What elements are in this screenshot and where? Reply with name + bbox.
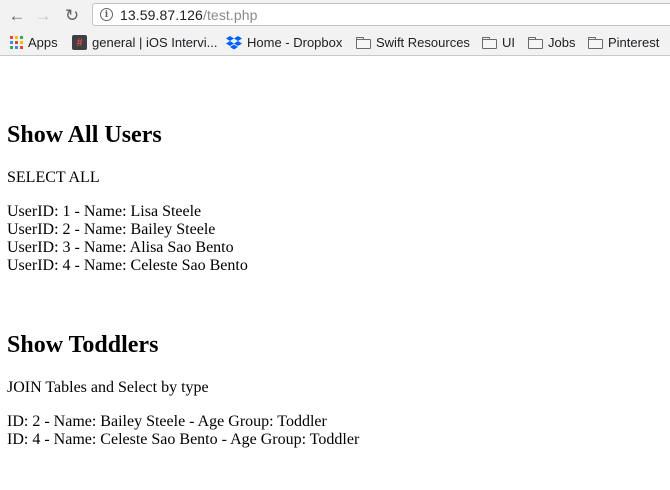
bookmark-ui[interactable]: UI xyxy=(482,35,515,50)
reload-icon[interactable]: ↻ xyxy=(61,4,83,26)
apps-grid-icon xyxy=(10,36,23,49)
list-item: UserID: 4 - Name: Celeste Sao Bento xyxy=(7,257,248,274)
browser-toolbar: ← → ↻ i 13.59.87.126/test.php xyxy=(0,0,670,30)
bookmark-pinterest[interactable]: Pinterest xyxy=(588,35,659,50)
bookmark-label: Apps xyxy=(28,35,58,50)
list-item: ID: 4 - Name: Celeste Sao Bento - Age Gr… xyxy=(7,431,360,448)
bookmark-general[interactable]: # general | iOS Intervi... xyxy=(72,35,218,50)
bookmark-dropbox[interactable]: Home - Dropbox xyxy=(226,35,342,50)
toddlers-list: ID: 2 - Name: Bailey Steele - Age Group:… xyxy=(7,413,359,449)
bookmark-label: UI xyxy=(502,35,515,50)
bookmark-apps[interactable]: Apps xyxy=(10,35,58,50)
bookmark-swift-resources[interactable]: Swift Resources xyxy=(356,35,470,50)
site-favicon-icon: # xyxy=(72,35,87,50)
section-subtitle-toddlers: JOIN Tables and Select by type xyxy=(7,379,209,396)
folder-icon xyxy=(356,36,371,49)
bookmark-label: Home - Dropbox xyxy=(247,35,343,50)
back-arrow-icon[interactable]: ← xyxy=(6,4,28,26)
list-item: UserID: 2 - Name: Bailey Steele xyxy=(7,221,216,238)
folder-icon xyxy=(588,36,603,49)
dropbox-icon xyxy=(226,35,242,49)
forward-arrow-icon[interactable]: → xyxy=(32,4,54,26)
address-bar[interactable]: i 13.59.87.126/test.php xyxy=(92,3,670,26)
users-list: UserID: 1 - Name: Lisa Steele UserID: 2 … xyxy=(7,203,248,275)
folder-icon xyxy=(528,36,543,49)
bookmark-label: Jobs xyxy=(548,35,576,50)
url-host: 13.59.87.126 xyxy=(120,6,203,23)
folder-icon xyxy=(482,36,497,49)
list-item: ID: 2 - Name: Bailey Steele - Age Group:… xyxy=(7,413,327,430)
url-path: /test.php xyxy=(202,6,258,23)
bookmarks-bar: Apps # general | iOS Intervi... Home - D… xyxy=(0,30,670,56)
info-icon[interactable]: i xyxy=(100,8,113,21)
section-heading-toddlers: Show Toddlers xyxy=(7,332,159,358)
bookmark-label: Swift Resources xyxy=(376,35,470,50)
bookmark-label: general | iOS Intervi... xyxy=(92,35,218,50)
section-subtitle-users: SELECT ALL xyxy=(7,169,100,186)
browser-chrome: ← → ↻ i 13.59.87.126/test.php Apps # gen… xyxy=(0,0,670,56)
url-text[interactable]: 13.59.87.126/test.php xyxy=(120,7,258,23)
bookmark-jobs[interactable]: Jobs xyxy=(528,35,575,50)
bookmark-label: Pinterest xyxy=(608,35,660,50)
list-item: UserID: 1 - Name: Lisa Steele xyxy=(7,203,202,220)
list-item: UserID: 3 - Name: Alisa Sao Bento xyxy=(7,239,234,256)
section-heading-users: Show All Users xyxy=(7,122,162,148)
